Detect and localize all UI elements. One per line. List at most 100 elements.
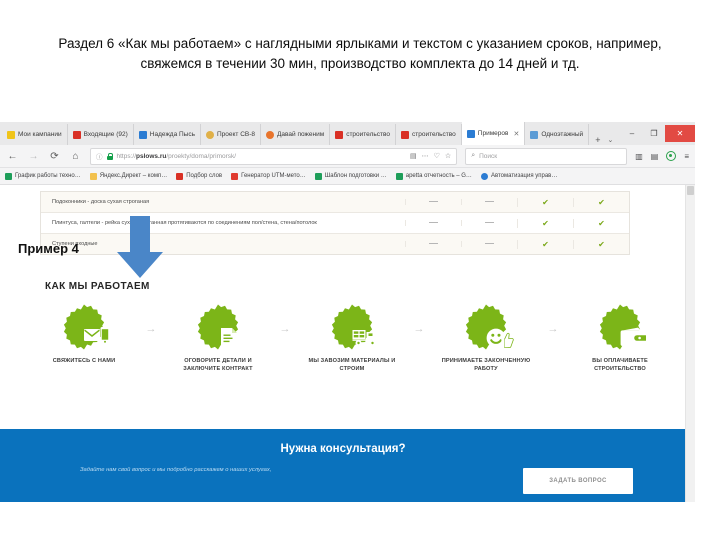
table-row: Подоконники - доска сухая строганая ✔ ✔: [41, 192, 629, 213]
window-close-button[interactable]: ✕: [665, 125, 695, 142]
check-icon: ✔: [598, 197, 605, 207]
table-cell: [461, 220, 517, 226]
check-icon: ✔: [542, 218, 549, 228]
tab-favicon-icon: [138, 130, 147, 139]
dash-icon: [485, 200, 494, 203]
consultation-banner: Нужна консультация? Задайте нам свой воп…: [0, 429, 686, 502]
check-icon: ✔: [542, 197, 549, 207]
page-info-icon[interactable]: ⓘ: [96, 151, 103, 161]
browser-tab[interactable]: строительство: [396, 124, 462, 145]
browser-tab[interactable]: Входящие (92): [68, 124, 134, 145]
toolbar-icons: ▥ ▤ ≡: [635, 151, 689, 161]
step-item: СВЯЖИТЕСЬ С НАМИ: [38, 303, 130, 365]
window-maximize-button[interactable]: ❐: [643, 125, 665, 142]
pocket-icon[interactable]: ♡: [434, 152, 440, 160]
bookmark-item[interactable]: Яндекс.Директ – комп…: [89, 172, 167, 180]
ask-question-button[interactable]: ЗАДАТЬ ВОПРОС: [523, 468, 633, 494]
bookmark-label: Генератор UTM-мето…: [241, 173, 306, 179]
reload-icon[interactable]: ⟳: [48, 151, 61, 162]
bookmark-item[interactable]: Шаблон подготовки …: [314, 172, 387, 180]
browser-tab[interactable]: Одноэтажный: [525, 124, 590, 145]
slide-title: Раздел 6 «Как мы работаем» с наглядными …: [58, 36, 662, 72]
table-cell: ✔: [573, 218, 629, 228]
bookmark-item[interactable]: Автоматизация управ…: [480, 172, 557, 180]
step-item: ОГОВОРИТЕ ДЕТАЛИ И ЗАКЛЮЧИТЕ КОНТРАКТ: [172, 303, 264, 373]
more-actions-icon[interactable]: ⋯: [422, 152, 429, 160]
dash-icon: [429, 242, 438, 245]
secure-lock-icon: [106, 152, 114, 160]
browser-tab[interactable]: строительство: [330, 124, 396, 145]
bookmark-favicon-icon: [314, 172, 322, 180]
page-viewport: Подоконники - доска сухая строганая ✔ ✔ …: [0, 185, 695, 502]
step-label: МЫ ЗАВОЗИМ МАТЕРИАЛЫ И СТРОИМ: [308, 358, 396, 373]
url-host: pslows.ru: [136, 152, 167, 160]
back-icon[interactable]: ←: [6, 151, 19, 162]
browser-tab[interactable]: Надежда Пысь: [134, 124, 201, 145]
how-we-work-heading: КАК МЫ РАБОТАЕМ: [45, 281, 150, 292]
tab-label: Одноэтажный: [541, 131, 584, 138]
bookmark-favicon-icon: [5, 172, 12, 180]
browser-tab-active[interactable]: Примеров ✕: [461, 122, 526, 145]
bookmark-favicon-icon: [231, 172, 239, 180]
table-cell: [405, 220, 461, 226]
tab-favicon-icon: [7, 130, 15, 139]
library-icon[interactable]: ▥: [635, 152, 643, 161]
step-item: ПРИНИМАЕТЕ ЗАКОНЧЕННУЮ РАБОТУ: [440, 303, 532, 373]
browser-tab[interactable]: Проект СВ-8: [201, 124, 262, 145]
dash-icon: [429, 200, 438, 203]
step-item: МЫ ЗАВОЗИМ МАТЕРИАЛЫ И СТРОИМ: [306, 303, 398, 373]
table-cell: [461, 241, 517, 247]
step-label: ПРИНИМАЕТЕ ЗАКОНЧЕННУЮ РАБОТУ: [441, 358, 531, 373]
sidebar-icon[interactable]: ▤: [651, 152, 659, 161]
bookmark-star-icon[interactable]: ☆: [445, 152, 451, 160]
tab-strip-actions: + ⌄: [589, 135, 619, 145]
bookmark-favicon-icon: [89, 172, 97, 180]
consultation-subtitle: Задайте нам свой вопрос и мы подробно ра…: [80, 467, 272, 473]
bookmark-item[interactable]: График работы техно…: [5, 172, 81, 180]
menu-icon[interactable]: ≡: [684, 152, 689, 161]
table-cell: [461, 199, 517, 205]
tab-label: строительство: [411, 131, 456, 138]
tab-favicon-icon: [530, 130, 539, 139]
check-icon: ✔: [542, 239, 549, 249]
reader-mode-icon[interactable]: ▤: [410, 152, 417, 160]
address-bar[interactable]: ⓘ https://pslows.ru/proekty/doma/primors…: [90, 147, 458, 165]
dash-icon: [485, 221, 494, 224]
tab-favicon-icon: [266, 130, 275, 139]
tab-favicon-icon: [72, 130, 81, 139]
step-arrow-icon: →: [279, 323, 291, 335]
dash-icon: [429, 221, 438, 224]
bookmarks-bar: График работы техно… Яндекс.Директ – ком…: [0, 168, 695, 185]
annotation-arrow-icon: [112, 216, 168, 278]
dash-icon: [485, 242, 494, 245]
url-path: /proekty/doma/primorsk/: [166, 152, 237, 160]
forward-icon[interactable]: →: [27, 151, 40, 162]
tab-list-icon[interactable]: ⌄: [607, 136, 613, 144]
url-text: https://pslows.ru/proekty/doma/primorsk/: [117, 153, 237, 160]
bookmark-item[interactable]: apetta отчетность – G…: [395, 172, 472, 180]
search-placeholder: Поиск: [479, 152, 498, 160]
contract-check-icon: [194, 303, 242, 351]
search-input[interactable]: ⌕ Поиск: [465, 147, 628, 165]
smiley-thumbsup-icon: [462, 303, 514, 351]
bookmark-item[interactable]: Генератор UTM-мето…: [231, 172, 306, 180]
browser-tab[interactable]: Давай поженим: [261, 124, 331, 145]
annotation-label: Пример 4: [18, 241, 79, 256]
table-cell: ✔: [573, 239, 629, 249]
window-minimize-button[interactable]: –: [621, 125, 643, 142]
browser-tab[interactable]: Мои кампании: [2, 124, 68, 145]
tab-favicon-icon: [335, 130, 344, 139]
tab-label: Мои кампании: [18, 131, 62, 138]
bookmark-item[interactable]: Подбор слов: [176, 172, 222, 180]
table-cell-name: Подоконники - доска сухая строганая: [52, 199, 150, 205]
step-arrow-icon: →: [413, 323, 425, 335]
page-scrollbar[interactable]: [685, 185, 695, 502]
scrollbar-thumb[interactable]: [687, 186, 694, 195]
new-tab-icon[interactable]: +: [595, 135, 600, 145]
tab-close-icon[interactable]: ✕: [513, 130, 519, 138]
how-we-work-steps: СВЯЖИТЕСЬ С НАМИ → ОГОВОРИТЕ ДЕТАЛИ И ЗА…: [38, 303, 666, 373]
account-icon[interactable]: [666, 151, 677, 161]
tab-favicon-icon: [205, 130, 214, 139]
bookmark-favicon-icon: [480, 172, 488, 180]
home-icon[interactable]: ⌂: [69, 151, 82, 162]
